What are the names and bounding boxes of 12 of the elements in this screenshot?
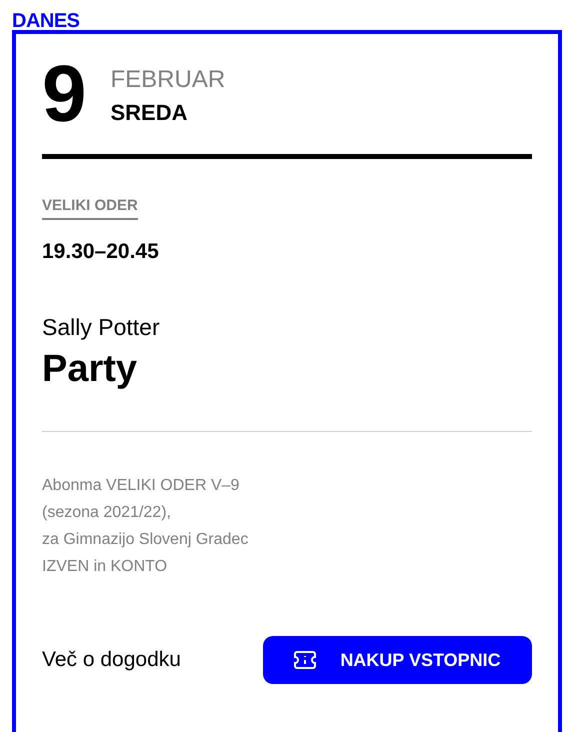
event-time: 19.30–20.45 [42, 240, 160, 264]
section-heading: DANES [12, 12, 81, 30]
buy-tickets-button[interactable]: NAKUP VSTOPNIC [263, 636, 532, 684]
venue-label: VELIKI ODER [42, 197, 138, 220]
weekday-name: SREDA [110, 100, 189, 126]
ticket-icon [294, 651, 316, 669]
month-name: FEBRUAR [110, 66, 226, 94]
event-title: Party [42, 347, 138, 391]
more-info-link[interactable]: Več o dogodku [42, 648, 181, 672]
event-author: Sally Potter [42, 314, 161, 341]
day-number: 9 [42, 54, 86, 134]
event-description: Abonma VELIKI ODER V–9 (sezona 2021/22), za Gimnazijo Slovenj Gradec IZVEN in KONTO [42, 476, 250, 577]
